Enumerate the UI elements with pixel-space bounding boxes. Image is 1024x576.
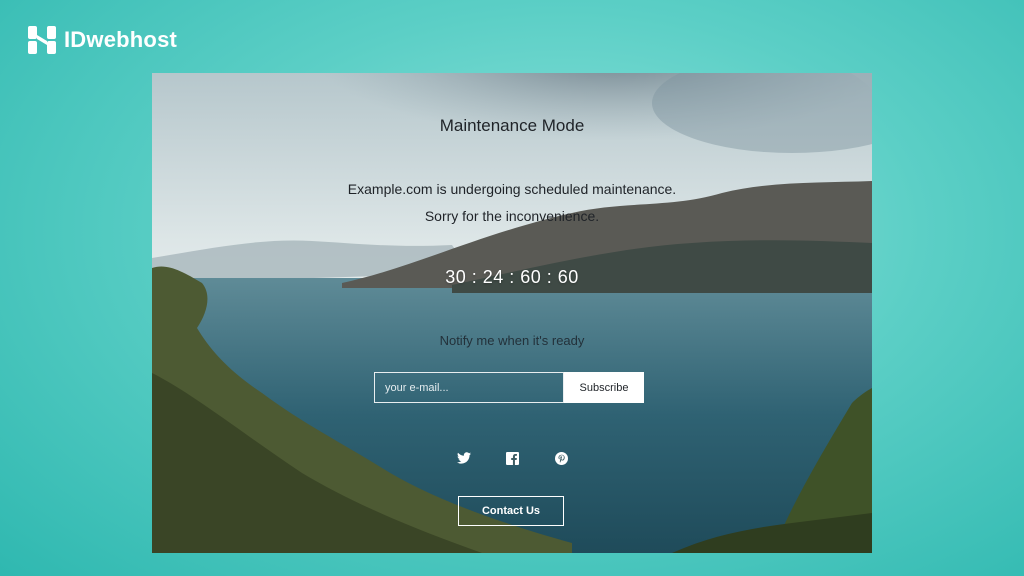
subscribe-form: Subscribe [374,372,644,403]
countdown-timer: 30 : 24 : 60 : 60 [445,267,579,287]
twitter-link[interactable] [456,450,472,466]
subscribe-button[interactable]: Subscribe [564,372,644,403]
maintenance-message: Example.com is undergoing scheduled main… [347,181,677,197]
idwebhost-logo-icon [28,26,56,54]
brand-logo[interactable]: IDwebhost [28,26,177,54]
apology-message: Sorry for the inconvenience. [424,208,600,224]
pinterest-link[interactable] [553,450,569,466]
facebook-icon [505,451,519,465]
page-title: Maintenance Mode [439,116,585,135]
pinterest-icon [554,451,568,465]
maintenance-content: Maintenance Mode Example.com is undergoi… [152,73,872,553]
notify-label: Notify me when it's ready [439,333,585,348]
maintenance-page-preview: Maintenance Mode Example.com is undergoi… [152,73,872,553]
contact-us-button[interactable]: Contact Us [458,496,564,526]
brand-name: IDwebhost [64,27,178,52]
twitter-icon [457,452,471,464]
facebook-link[interactable] [504,450,520,466]
email-input[interactable] [374,372,564,403]
